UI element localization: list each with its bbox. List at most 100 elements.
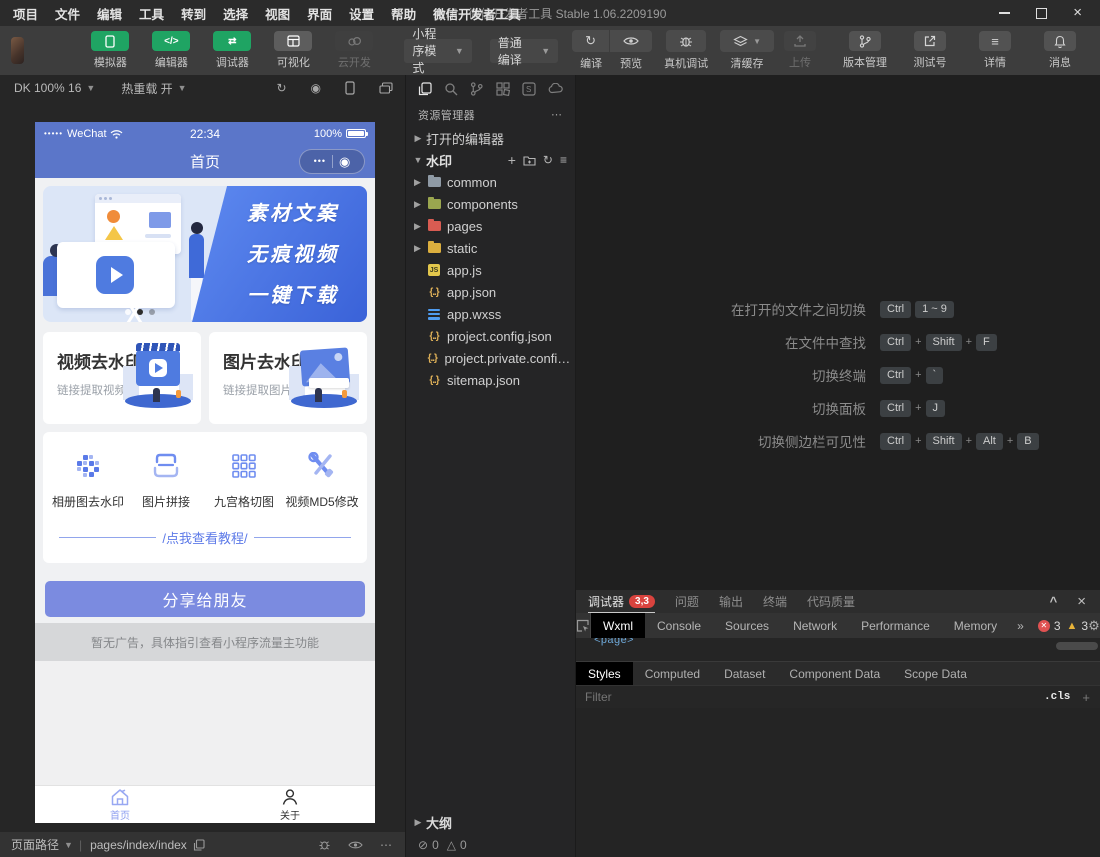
hot-reload-toggle[interactable]: 热重载 开▼: [121, 80, 186, 97]
inspect-element-icon[interactable]: [576, 613, 591, 638]
menu-project[interactable]: 项目: [13, 4, 38, 23]
mode-select[interactable]: 小程序模式▼: [404, 39, 471, 63]
menu-file[interactable]: 文件: [55, 4, 80, 23]
devtab-console[interactable]: Console: [645, 613, 713, 638]
tab-terminal[interactable]: 终端: [763, 593, 787, 610]
debugger-toggle-button[interactable]: ⇄ 调试器: [208, 31, 256, 70]
tree-item-folder[interactable]: ▶ pages: [406, 215, 575, 237]
editor-toggle-button[interactable]: </> 编辑器: [147, 31, 195, 70]
menu-interface[interactable]: 界面: [307, 4, 332, 23]
device-scale-select[interactable]: DK 100% 16▼: [14, 81, 95, 95]
menu-edit[interactable]: 编辑: [97, 4, 122, 23]
user-avatar[interactable]: [11, 37, 24, 64]
device-frame-icon[interactable]: [345, 81, 355, 95]
close-button[interactable]: ×: [1073, 8, 1082, 18]
tab-about[interactable]: 关于: [205, 786, 375, 823]
image-splice-feature[interactable]: 图片拼接: [127, 448, 205, 510]
compile-mode-select[interactable]: 普通编译▼: [490, 39, 558, 63]
messages-button[interactable]: 消息: [1034, 31, 1086, 70]
minimize-circle-icon[interactable]: ◉: [339, 155, 350, 168]
more-icon[interactable]: ⋯: [380, 838, 392, 852]
tab-styles[interactable]: Styles: [576, 662, 633, 685]
album-watermark-feature[interactable]: 相册图去水印: [49, 448, 127, 510]
menu-devtools[interactable]: 微信开发者工具: [433, 4, 521, 23]
capsule-menu[interactable]: ••• ◉: [299, 149, 365, 174]
tree-item-file[interactable]: ▶{..} project.config.json: [406, 325, 575, 347]
tutorial-link[interactable]: /点我查看教程/: [59, 528, 351, 547]
devtab-performance[interactable]: Performance: [849, 613, 942, 638]
test-account-button[interactable]: 测试号: [904, 31, 956, 70]
tree-item-file[interactable]: ▶ app.wxss: [406, 303, 575, 325]
devtab-network[interactable]: Network: [781, 613, 849, 638]
share-button[interactable]: 分享给朋友: [45, 581, 365, 617]
grid-crop-feature[interactable]: 九宫格切图: [205, 448, 283, 510]
new-file-icon[interactable]: +: [508, 152, 516, 168]
tab-output[interactable]: 输出: [719, 593, 743, 610]
cloud-icon[interactable]: [548, 83, 563, 94]
tab-component-data[interactable]: Component Data: [777, 662, 892, 685]
menu-goto[interactable]: 转到: [181, 4, 206, 23]
menu-settings[interactable]: 设置: [349, 4, 374, 23]
console-warning-count[interactable]: ▲ 3: [1067, 619, 1089, 633]
tree-item-folder[interactable]: ▶ components: [406, 193, 575, 215]
extensions-icon[interactable]: [496, 82, 510, 96]
simulator-toggle-button[interactable]: 模拟器: [86, 31, 134, 70]
tree-item-file[interactable]: ▶JS app.js: [406, 259, 575, 281]
preview-button[interactable]: 预览: [610, 30, 652, 71]
open-editors-section[interactable]: ▶ 打开的编辑器: [406, 127, 575, 149]
files-icon[interactable]: [418, 82, 432, 96]
outline-section[interactable]: ▶ 大纲: [406, 811, 575, 833]
tab-dataset[interactable]: Dataset: [712, 662, 777, 685]
wxml-element[interactable]: <page>: [594, 638, 634, 647]
collapse-all-icon[interactable]: ≡: [560, 153, 567, 167]
tree-item-file[interactable]: ▶{..} project.private.config.js...: [406, 347, 575, 369]
clear-cache-button[interactable]: ▼ 清缓存: [720, 30, 774, 71]
minimize-button[interactable]: [999, 12, 1010, 14]
new-folder-icon[interactable]: [523, 155, 536, 166]
search-icon[interactable]: [444, 82, 458, 96]
git-branch-icon[interactable]: [470, 82, 483, 96]
devtab-wxml[interactable]: Wxml: [591, 613, 645, 638]
tree-item-folder[interactable]: ▶ static: [406, 237, 575, 259]
banner-carousel[interactable]: 素材文案 无痕视频 一键下载: [43, 186, 367, 322]
settings-gear-icon[interactable]: ⚙: [1088, 618, 1100, 634]
skyline-panel-icon[interactable]: S: [522, 82, 536, 96]
scrollbar-thumb[interactable]: [1056, 642, 1098, 650]
page-path-label[interactable]: 页面路径: [11, 836, 59, 853]
refresh-icon[interactable]: ↻: [543, 153, 553, 167]
more-dots-icon[interactable]: •••: [314, 156, 326, 166]
collapse-panel-icon[interactable]: ^: [1050, 594, 1058, 609]
tree-item-folder[interactable]: ▶ common: [406, 171, 575, 193]
tab-home[interactable]: 首页: [35, 786, 205, 823]
menu-view[interactable]: 视图: [265, 4, 290, 23]
new-style-rule-icon[interactable]: +: [1082, 690, 1090, 705]
details-button[interactable]: ≡ 详情: [969, 31, 1021, 70]
rotate-icon[interactable]: ↻: [276, 81, 286, 95]
more-tabs-icon[interactable]: »: [1009, 619, 1032, 633]
more-actions-icon[interactable]: ⋯: [551, 108, 563, 121]
eye-icon[interactable]: [348, 840, 363, 850]
console-error-count[interactable]: ✕ 3: [1038, 619, 1061, 633]
close-panel-icon[interactable]: ×: [1077, 593, 1086, 610]
menu-select[interactable]: 选择: [223, 4, 248, 23]
record-icon[interactable]: ◉: [311, 81, 321, 95]
tree-item-file[interactable]: ▶{..} sitemap.json: [406, 369, 575, 391]
video-md5-feature[interactable]: 视频MD5修改: [283, 448, 361, 510]
tab-debugger[interactable]: 调试器 3,3: [588, 590, 655, 613]
maximize-button[interactable]: [1036, 8, 1047, 19]
video-watermark-card[interactable]: 视频去水印 链接提取视频: [43, 332, 201, 424]
tree-item-file[interactable]: ▶{..} app.json: [406, 281, 575, 303]
tab-problems[interactable]: 问题: [675, 593, 699, 610]
filter-input[interactable]: [576, 690, 1044, 704]
tab-code-quality[interactable]: 代码质量: [807, 593, 855, 610]
tab-scope-data[interactable]: Scope Data: [892, 662, 979, 685]
wxml-tree-preview[interactable]: <page>: [576, 638, 1100, 661]
visualize-toggle-button[interactable]: 可视化: [269, 31, 317, 70]
toggle-class-button[interactable]: .cls: [1044, 691, 1070, 703]
devtab-memory[interactable]: Memory: [942, 613, 1009, 638]
tab-computed[interactable]: Computed: [633, 662, 712, 685]
compile-button[interactable]: ↻ 编译: [572, 30, 610, 71]
menu-tools[interactable]: 工具: [139, 4, 164, 23]
menu-help[interactable]: 帮助: [391, 4, 416, 23]
multi-window-icon[interactable]: [379, 82, 393, 94]
